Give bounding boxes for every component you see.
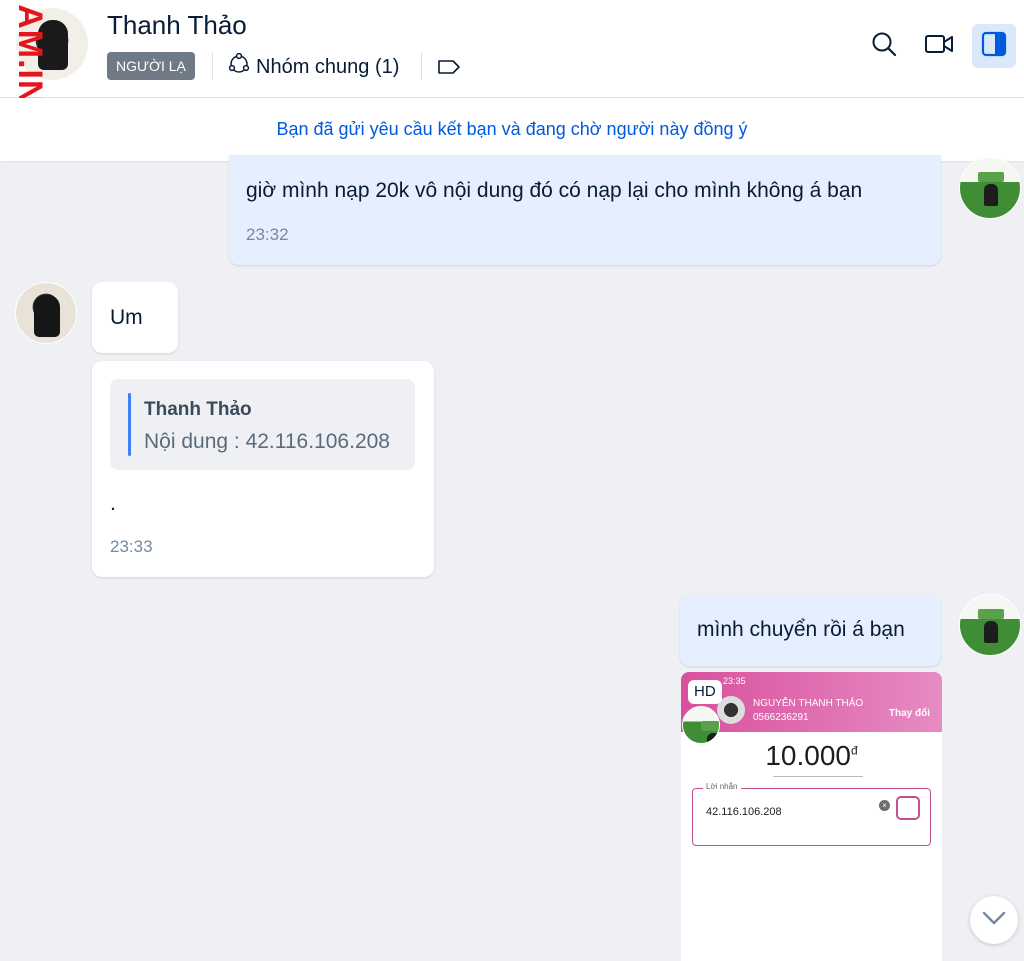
message-text: .	[110, 492, 116, 515]
note-label: Lời nhắn	[703, 782, 741, 791]
currency: đ	[850, 743, 858, 758]
video-call-button[interactable]	[917, 24, 961, 68]
message-text: Um	[110, 306, 143, 329]
note-field: Lời nhắn 42.116.106.208 ×	[692, 782, 931, 846]
chat-header: Thanh Thảo NGƯỜI LẠ Nhóm chung (1)	[0, 0, 1024, 98]
clear-icon: ×	[879, 800, 890, 811]
message-time: 23:33	[110, 537, 153, 556]
scroll-to-bottom-button[interactable]	[970, 896, 1018, 944]
hd-badge: HD	[688, 680, 722, 704]
message-text: mình chuyển rồi á bạn	[697, 618, 905, 641]
search-button[interactable]	[862, 24, 906, 68]
tag-icon[interactable]	[437, 57, 461, 82]
contact-avatar[interactable]	[16, 8, 88, 80]
change-recipient: Thay đổi	[888, 708, 930, 719]
divider	[212, 52, 213, 80]
sender-avatar	[682, 706, 720, 744]
recipient-phone: 0566236291	[753, 712, 809, 723]
contact-avatar-small[interactable]	[15, 282, 77, 344]
video-call-icon	[924, 33, 954, 60]
search-icon	[870, 30, 898, 63]
amount-value: 10.000	[765, 740, 851, 771]
status-time: 23:35	[723, 676, 746, 686]
chevron-down-icon	[981, 910, 1007, 931]
sidebar-toggle-button[interactable]	[972, 24, 1016, 68]
amount-underline	[773, 776, 863, 777]
my-avatar[interactable]	[959, 594, 1021, 656]
transfer-amount: 10.000đ	[681, 740, 942, 772]
image-message[interactable]: 23:35 NGUYỄN THANH THẢO 0566236291 Thay …	[681, 672, 942, 961]
common-groups-label: Nhóm chung (1)	[256, 55, 400, 78]
quoted-message[interactable]: Thanh Thảo Nội dung : 42.116.106.208	[110, 379, 415, 470]
group-icon	[228, 52, 250, 81]
recipient-name: NGUYỄN THANH THẢO	[753, 698, 864, 709]
message-bubble-received[interactable]: Um	[92, 282, 178, 353]
message-text: giờ mình nạp 20k vô nội dung đó có nạp l…	[246, 179, 863, 202]
contact-name[interactable]: Thanh Thảo	[107, 10, 247, 41]
divider	[421, 52, 422, 80]
quote-text: Nội dung : 42.116.106.208	[144, 430, 390, 453]
sticker-icon	[896, 796, 920, 820]
quote-sender: Thanh Thảo	[144, 399, 252, 420]
message-time: 23:32	[246, 225, 289, 244]
note-value: 42.116.106.208	[706, 806, 782, 818]
message-bubble-sent[interactable]: mình chuyển rồi á bạn	[680, 595, 941, 666]
message-bubble-sent[interactable]: giờ mình nạp 20k vô nội dung đó có nạp l…	[229, 155, 941, 265]
my-avatar[interactable]	[959, 157, 1021, 219]
stranger-badge: NGƯỜI LẠ	[107, 52, 195, 80]
quote-bar	[128, 393, 131, 456]
common-groups-link[interactable]: Nhóm chung (1)	[228, 52, 400, 81]
sidebar-toggle-icon	[981, 31, 1007, 62]
friend-request-notice: Bạn đã gửi yêu cầu kết bạn và đang chờ n…	[0, 98, 1024, 161]
